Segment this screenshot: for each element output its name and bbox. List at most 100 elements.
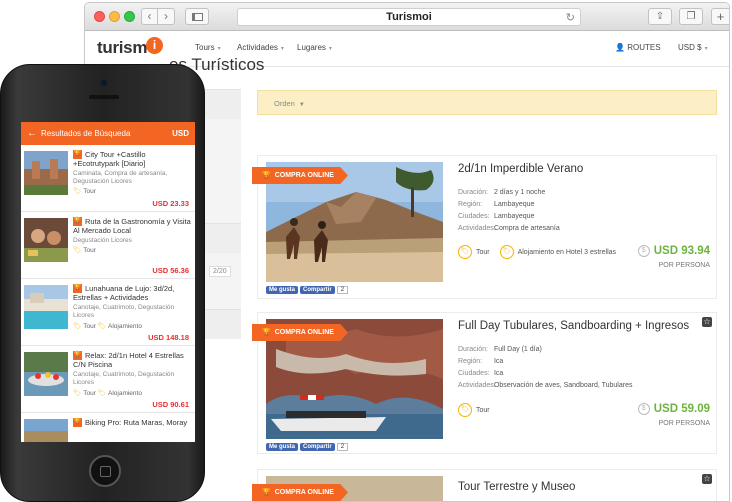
price-value: USD 59.09 (653, 403, 710, 416)
minimize-window-button[interactable] (109, 11, 120, 22)
tag-lodging: 🏷 Alojamiento en Hotel 3 estrellas (499, 245, 616, 259)
chevron-down-icon: ▾ (704, 46, 708, 52)
ribbon-label: COMPRA ONLINE (274, 489, 334, 496)
list-item[interactable]: 🏆 Ruta de la Gastronomía y Visita Al Merc… (21, 212, 195, 279)
tour-price[interactable]: $ USD 59.09 (637, 403, 710, 416)
back-arrow-icon[interactable]: ← (27, 128, 37, 139)
item-title-text: Ruta de la Gastronomía y Visita Al Merca… (73, 217, 191, 235)
buy-online-ribbon: 🏆 COMPRA ONLINE (252, 484, 348, 501)
order-label: Orden (274, 99, 295, 108)
trophy-icon: 🏆 (73, 418, 82, 427)
meta-value: 2 días y 1 noche (493, 189, 546, 196)
item-title-text: Lunahuana de Lujo: 3d/2d, Estrellas + Ac… (73, 284, 175, 302)
camera-icon (101, 80, 107, 86)
meta-row: Ciudades: Lambayeque (458, 211, 560, 223)
tag-icon: 🏷 (73, 247, 82, 254)
price-value: USD 93.94 (653, 245, 710, 258)
meta-row: Duración: 2 días y 1 noche (458, 187, 560, 199)
meta-key: Ciudades: (458, 370, 490, 377)
nav-item-lugares[interactable]: Lugares ▾ (297, 43, 332, 52)
browser-titlebar: ‹ › Turismoi ↻ ⇪ ❐ + (85, 3, 729, 31)
nav-item-label: Actividades (237, 43, 278, 52)
social-buttons: Me gusta Compartir 2 (266, 443, 349, 453)
ribbon-label: COMPRA ONLINE (274, 329, 334, 336)
tour-card[interactable]: 🏆 COMPRA ONLINE ☆ Tour Terrestre y Museo (252, 469, 717, 501)
item-activities: Degustación Licores (73, 237, 132, 244)
tour-price[interactable]: $ USD 93.94 (637, 245, 710, 258)
dollar-icon: $ (637, 403, 650, 415)
tour-title[interactable]: Tour Terrestre y Museo (458, 481, 575, 493)
meta-value: Ica (493, 358, 504, 365)
tag-label: Tour (476, 406, 490, 414)
meta-key: Región: (458, 201, 483, 208)
caret-down-icon: ▼ (298, 102, 305, 108)
facebook-like-button[interactable]: Me gusta (266, 443, 299, 451)
chevron-down-icon: ▾ (328, 46, 332, 52)
item-price: USD 148.18 (148, 333, 189, 342)
tag-icon: 🏷 (458, 245, 472, 259)
trophy-icon: 🏆 (73, 150, 82, 159)
list-item[interactable]: 🏆 Biking Pro: Ruta Maras, Moray (21, 413, 195, 442)
close-window-button[interactable] (94, 11, 105, 22)
item-thumbnail (24, 218, 68, 262)
address-bar[interactable]: Turismoi ↻ (237, 8, 581, 26)
item-thumbnail (24, 419, 68, 442)
list-item[interactable]: 🏆 Lunahuana de Lujo: 3d/2d, Estrellas + A… (21, 279, 195, 346)
back-arrow-icon[interactable]: ‹ (141, 8, 158, 25)
nav-item-actividades[interactable]: Actividades ▾ (237, 43, 284, 52)
meta-key: Región: (458, 358, 483, 365)
currency-selector[interactable]: USD $ ▾ (678, 43, 708, 52)
dollar-icon: $ (637, 245, 650, 257)
item-activities: Canotaje, Cuatrimoto, Degustación Licore… (73, 371, 175, 386)
tag-label: Tour (83, 390, 96, 397)
tag-label: Alojamiento (108, 323, 142, 330)
tour-title[interactable]: Full Day Tubulares, Sandboarding + Ingre… (458, 320, 689, 332)
tag-icon: 🏷 (458, 403, 472, 417)
facebook-share-button[interactable]: Compartir (300, 286, 335, 294)
routes-menu[interactable]: 👤 ROUTES (615, 43, 661, 52)
favorite-star-icon[interactable]: ☆ (702, 474, 712, 484)
tour-title[interactable]: 2d/1n Imperdible Verano (458, 163, 583, 175)
item-price: USD 23.33 (152, 199, 189, 208)
list-item[interactable]: 🏆 Relax: 2d/1n Hotel 4 Estrellas C/N Pisc… (21, 346, 195, 413)
mobile-currency[interactable]: USD (172, 122, 189, 145)
tour-meta: Duración: 2 días y 1 noche Región: Lamba… (458, 187, 560, 235)
meta-value: Observación de aves, Sandboard, Tubulare… (493, 382, 633, 389)
item-title: 🏆 Relax: 2d/1n Hotel 4 Estrellas C/N Pisc… (73, 351, 191, 369)
nav-item-tours[interactable]: Tours ▾ (195, 43, 221, 52)
new-tab-icon[interactable]: + (711, 8, 729, 25)
item-activities: Canotaje, Cuatrimoto, Degustación Licore… (73, 304, 175, 319)
list-item[interactable]: 🏆 City Tour +Castillo +Ecotrutypark [Diar… (21, 145, 195, 212)
favorite-star-icon[interactable]: ☆ (702, 317, 712, 327)
buy-online-ribbon: 🏆 COMPRA ONLINE (252, 324, 348, 341)
per-person-label: POR PERSONA (658, 262, 710, 269)
tabs-overview-icon[interactable]: ❐ (679, 8, 703, 25)
meta-row: Ciudades: Ica (458, 368, 632, 380)
facebook-share-button[interactable]: Compartir (300, 443, 335, 451)
meta-key: Actividades: (458, 382, 496, 389)
reload-icon[interactable]: ↻ (566, 10, 575, 27)
tour-card[interactable]: 🏆 COMPRA ONLINE ☆ Me gusta Compartir 2 Full… (252, 312, 717, 454)
facebook-like-button[interactable]: Me gusta (266, 286, 299, 294)
item-price: USD 56.36 (152, 266, 189, 275)
sidebar-toggle-icon[interactable] (185, 8, 209, 25)
tour-card[interactable]: 🏆 COMPRA ONLINE Me gusta Compartir 2 2d/1n … (252, 155, 717, 299)
social-buttons: Me gusta Compartir 2 (266, 286, 349, 296)
market-thumb-image (24, 218, 68, 262)
item-title: 🏆 Lunahuana de Lujo: 3d/2d, Estrellas + A… (73, 284, 191, 302)
forward-arrow-icon[interactable]: › (158, 8, 175, 25)
share-icon[interactable]: ⇪ (648, 8, 672, 25)
trophy-icon: 🏆 (73, 284, 82, 293)
tag-label: Alojamiento (108, 390, 142, 397)
item-title-text: City Tour +Castillo +Ecotrutypark [Diari… (73, 150, 146, 168)
pager-indicator[interactable]: 2/20 (209, 266, 231, 277)
tag-label: Tour (83, 247, 96, 254)
zoom-window-button[interactable] (124, 11, 135, 22)
buy-online-ribbon: 🏆 COMPRA ONLINE (252, 167, 348, 184)
item-title: 🏆 City Tour +Castillo +Ecotrutypark [Diar… (73, 150, 191, 168)
meta-value: Lambayeque (493, 213, 535, 220)
tag-icon: 🏷 (73, 323, 82, 330)
nav-item-label: Lugares (297, 43, 326, 52)
order-bar[interactable]: Orden ▼ (257, 90, 717, 115)
home-button[interactable] (89, 455, 121, 487)
